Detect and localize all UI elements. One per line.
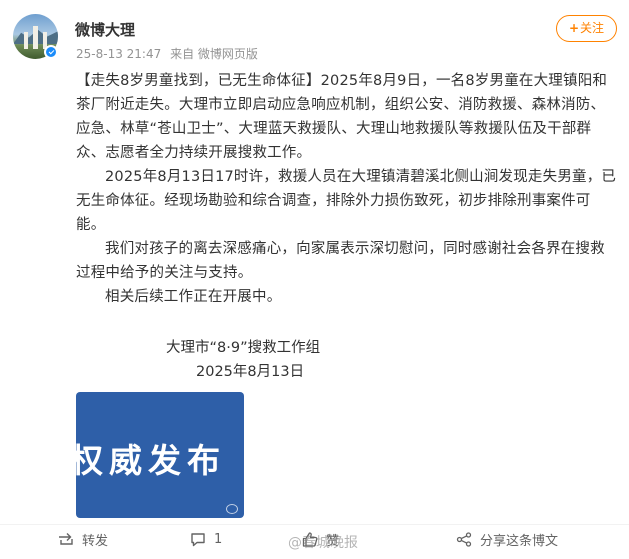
signature-org: 大理市“8·9”搜救工作组 [166, 340, 321, 356]
post-topic-tag: 【走失8岁男童找到，已无生命体征】 [76, 73, 321, 89]
share-icon [456, 531, 472, 547]
follow-label: 关注 [580, 21, 605, 35]
post-paragraph-4: 相关后续工作正在开展中。 [105, 289, 282, 305]
comment-count: 1 [214, 531, 223, 547]
repost-label: 转发 [82, 533, 109, 549]
post-source: 来自 微博网页版 [170, 47, 258, 61]
share-button[interactable]: 分享这条博文 [456, 528, 558, 550]
verified-badge-icon [44, 45, 58, 59]
share-label: 分享这条博文 [480, 533, 559, 549]
divider [0, 524, 629, 525]
post-meta: 25-8-13 21:47 来自 微博网页版 [76, 45, 258, 62]
repost-icon [59, 533, 73, 545]
post-image-text: 权威发布 [76, 441, 226, 480]
post-paragraph-3: 我们对孩子的离去深感痛心，向家属表示深切慰问，同时感谢社会各界在搜救过程中给予的… [76, 241, 605, 281]
follow-button[interactable]: +关注 [556, 15, 617, 42]
comment-icon [191, 532, 205, 546]
post-content: 【走失8岁男童找到，已无生命体征】2025年8月9日，一名8岁男童在大理镇阳和茶… [76, 69, 619, 309]
avatar-pagoda [24, 32, 28, 49]
plus-icon: + [568, 21, 580, 35]
post-time[interactable]: 25-8-13 21:47 [76, 47, 161, 61]
post-paragraph-2: 2025年8月13日17时许，救援人员在大理镇清碧溪北侧山涧发现走失男童，已无生… [76, 169, 617, 233]
comment-button[interactable]: 1 [190, 528, 222, 550]
source-watermark: @春城晚报 [288, 535, 358, 551]
signature-date: 2025年8月13日 [196, 364, 305, 380]
post-paragraph-1: 【走失8岁男童找到，已无生命体征】2025年8月9日，一名8岁男童在大理镇阳和茶… [76, 69, 619, 165]
username[interactable]: 微博大理 [75, 19, 135, 40]
repost-button[interactable]: 转发 [58, 528, 108, 550]
post-image[interactable]: 权威发布 [76, 392, 244, 518]
avatar-pagoda [33, 26, 38, 49]
weibo-post-card: 微博大理 25-8-13 21:47 来自 微博网页版 +关注 【走失8岁男童找… [0, 0, 629, 559]
weibo-watermark-icon [226, 504, 238, 514]
